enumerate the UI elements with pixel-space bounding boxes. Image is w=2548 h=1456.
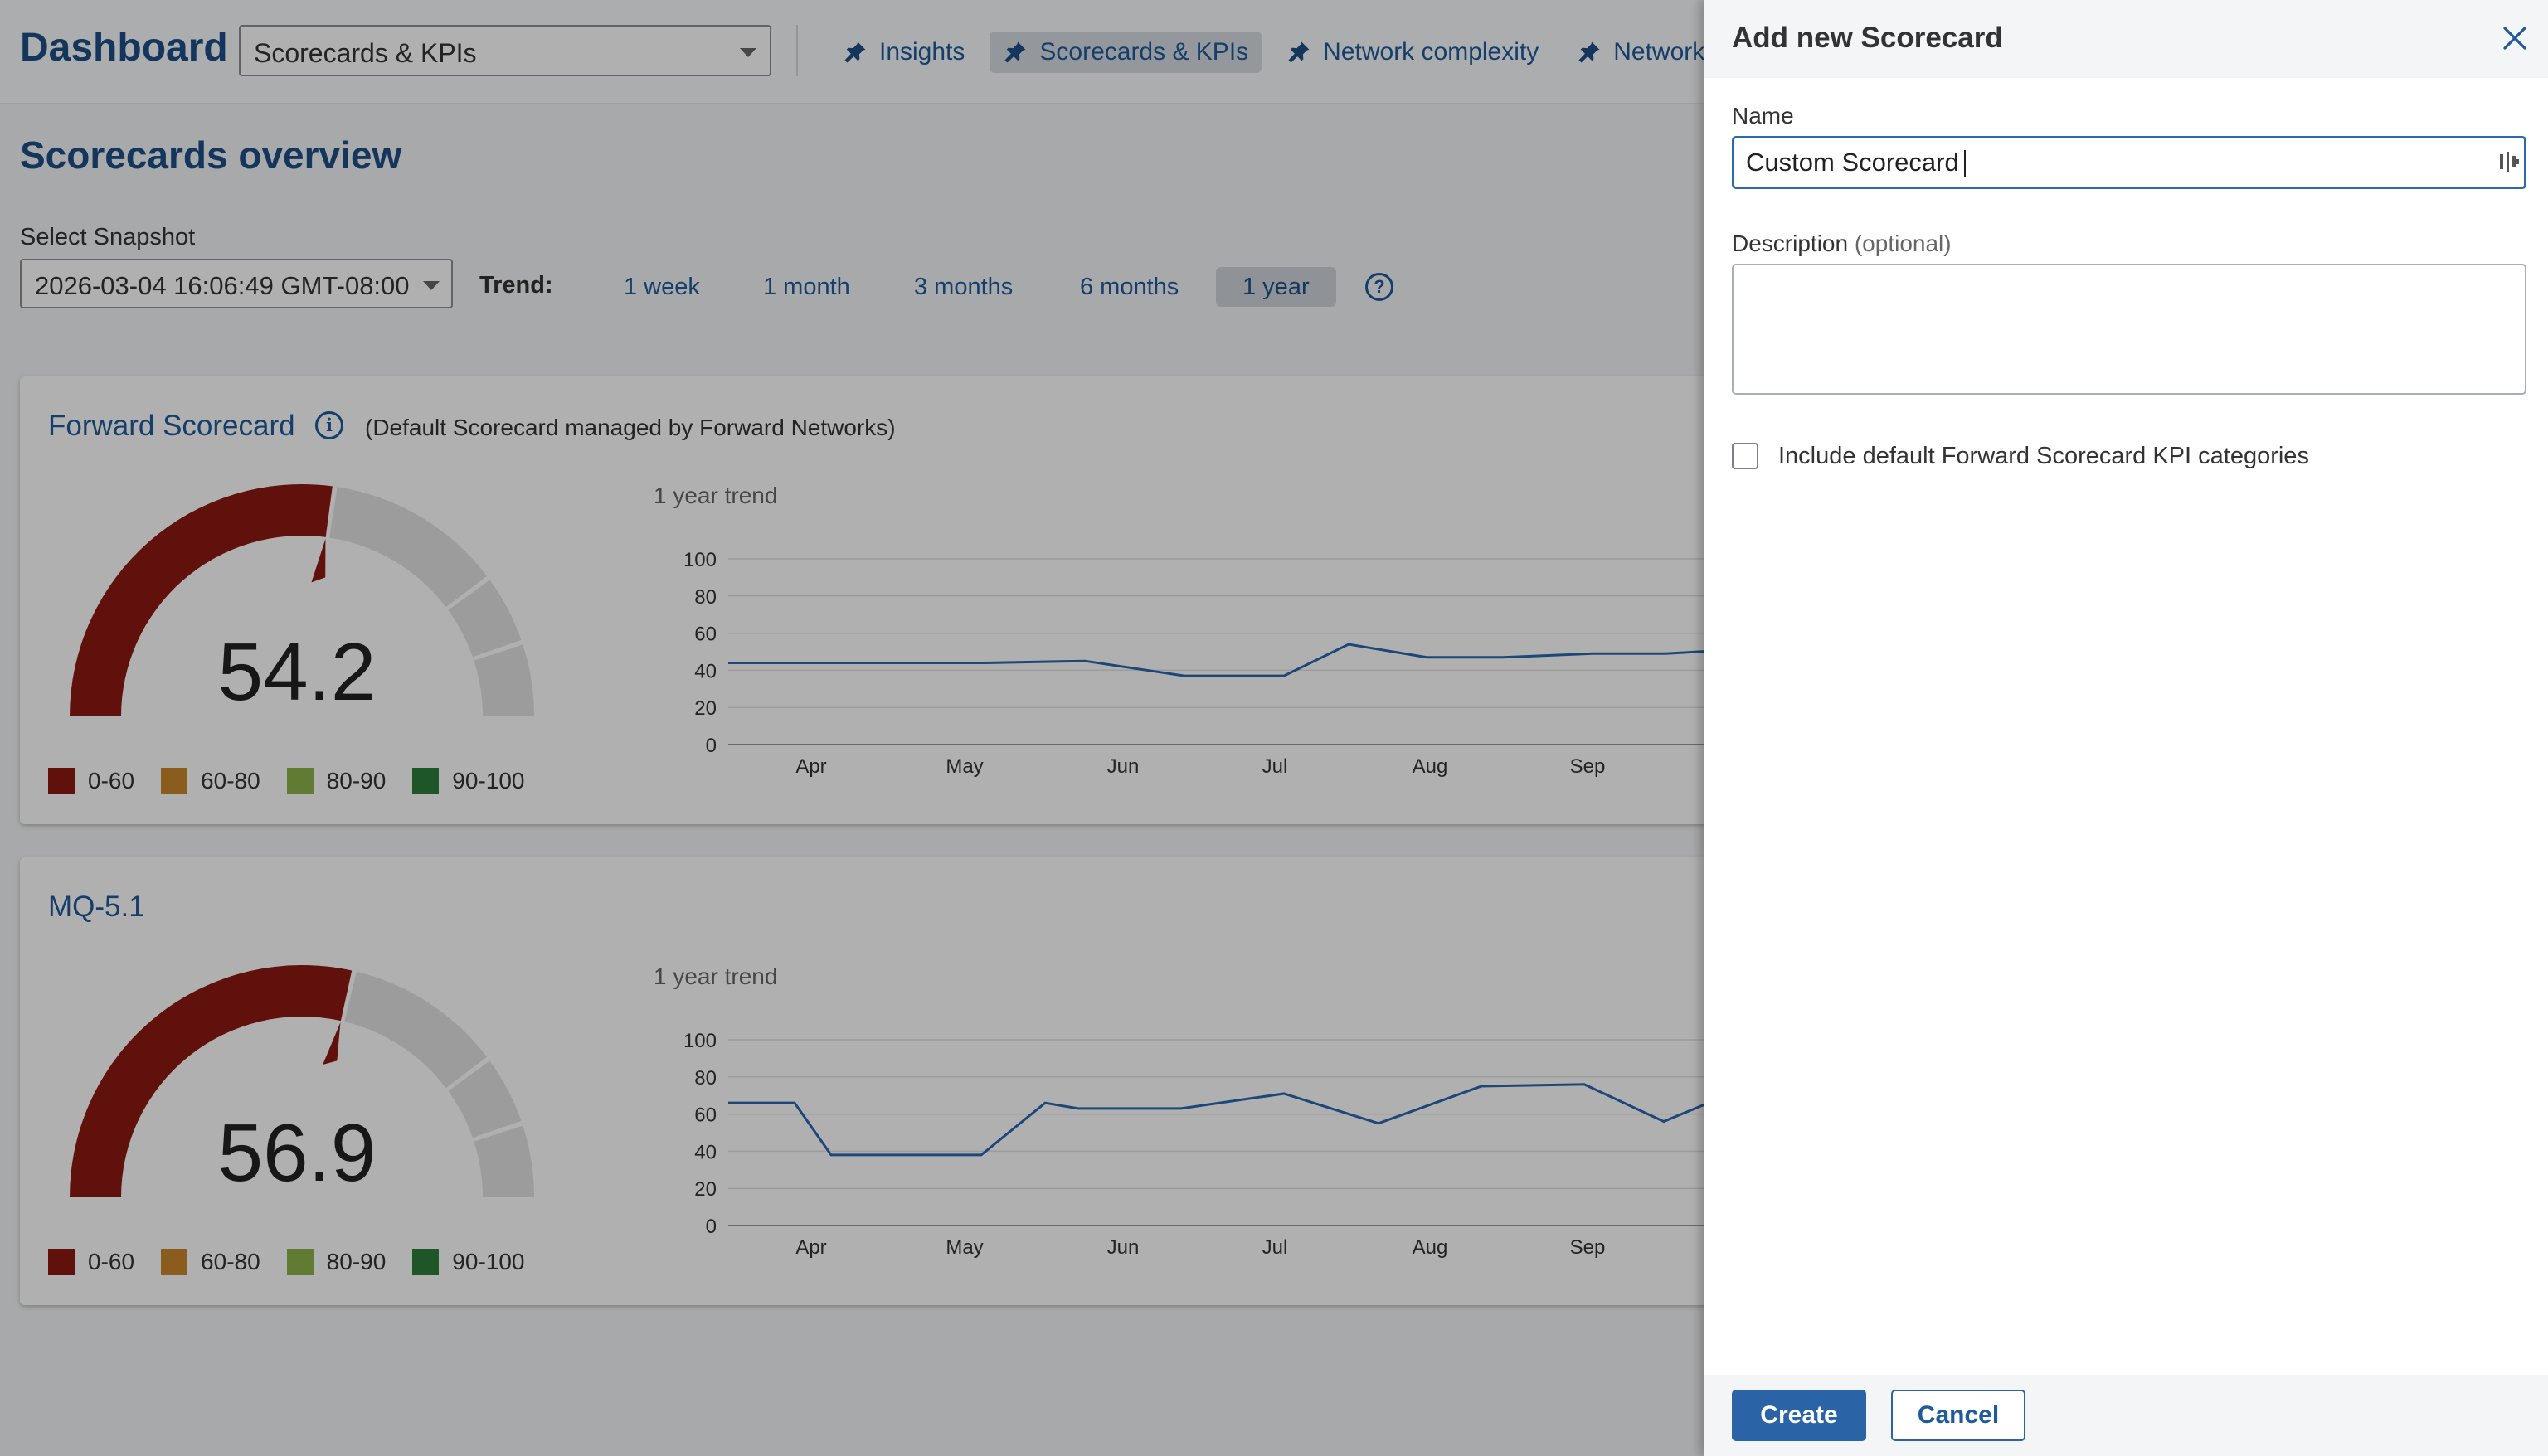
optional-hint: (optional) (1854, 231, 1952, 256)
description-input[interactable] (1732, 264, 2526, 395)
drawer-header: Add new Scorecard (1704, 0, 2548, 78)
add-scorecard-drawer: Add new Scorecard Name Description (opti… (1704, 0, 2548, 1456)
cancel-button[interactable]: Cancel (1891, 1390, 2025, 1441)
text-cursor (1964, 150, 1966, 177)
include-default-kpi-label[interactable]: Include default Forward Scorecard KPI ca… (1778, 443, 2309, 470)
description-label-text: Description (1732, 231, 1849, 256)
name-label: Name (1732, 103, 1794, 129)
close-icon[interactable] (2500, 23, 2530, 53)
include-default-kpi-checkbox[interactable] (1732, 443, 1758, 469)
drawer-footer: Create Cancel (1704, 1375, 2548, 1456)
description-label: Description (optional) (1732, 231, 1952, 257)
drawer-title: Add new Scorecard (1732, 22, 2003, 54)
create-button[interactable]: Create (1732, 1390, 1866, 1441)
password-manager-icon[interactable] (2498, 149, 2520, 174)
name-input[interactable] (1732, 136, 2526, 189)
